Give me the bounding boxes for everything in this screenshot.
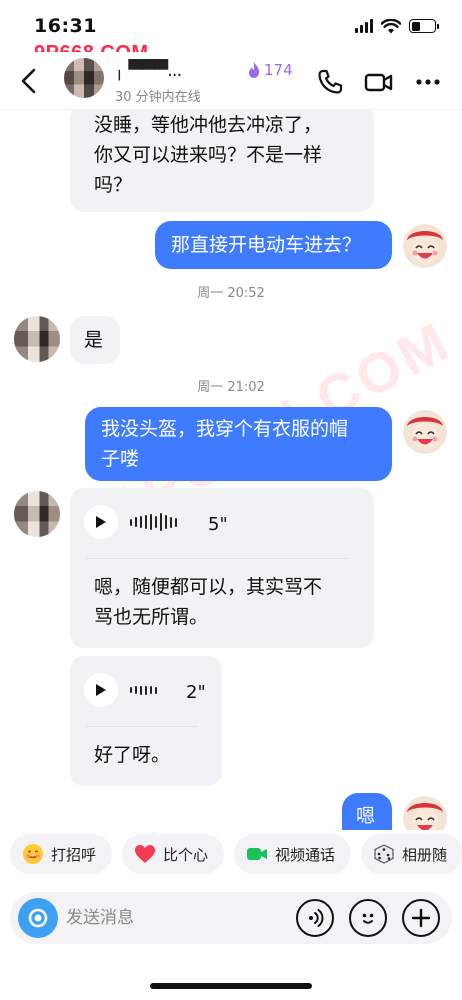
cartoon-avatar-icon <box>403 224 447 268</box>
voice-duration: 5" <box>208 514 228 535</box>
voice-waveform-icon <box>130 512 177 532</box>
message-text-line: 吗？ <box>94 174 133 196</box>
voice-message-bubble[interactable]: 2" 好了呀。 <box>70 656 222 786</box>
plus-icon <box>411 908 431 928</box>
message-bubble-outgoing[interactable]: 那直接开电动车进去？ <box>155 221 392 269</box>
play-icon <box>96 516 106 528</box>
message-bubble-incoming[interactable]: 没睡，等他冲他去冲凉了， 你又可以进来吗？不是一样 吗？ <box>70 110 374 212</box>
quick-action-greet[interactable]: 打招呼 <box>10 834 113 874</box>
chip-label: 比个心 <box>163 845 209 864</box>
message-bubble-outgoing[interactable]: 我没头盔，我穿个有衣服的帽 子喽 <box>85 407 392 481</box>
timestamp: 周一 20:52 <box>197 286 265 301</box>
signal-icon <box>355 19 373 33</box>
transcript-line: 嗯，随便都可以，其实骂不 <box>94 576 323 598</box>
video-call-icon <box>246 843 268 865</box>
online-status: 30 分钟内在线 <box>115 90 201 105</box>
divider <box>86 558 348 559</box>
play-voice-button[interactable] <box>84 505 118 539</box>
self-avatar[interactable] <box>403 410 447 454</box>
emoji-button[interactable] <box>349 899 387 937</box>
voice-transcript: 好了呀。 <box>94 744 171 766</box>
chip-label: 视频通话 <box>275 845 336 864</box>
message-text-line: 我没头盔，我穿个有衣服的帽 <box>101 418 349 440</box>
video-call-button[interactable] <box>364 68 394 96</box>
message-bubble-incoming[interactable]: 是 <box>70 316 120 364</box>
play-icon <box>96 684 106 696</box>
quick-action-album[interactable]: 相册随 <box>361 834 462 874</box>
smile-emoji-icon <box>22 843 44 865</box>
more-options-icon[interactable] <box>414 68 442 96</box>
voice-wave-icon <box>309 909 324 927</box>
home-indicator <box>150 983 312 989</box>
voice-transcript: 嗯，随便都可以，其实骂不 骂也无所谓。 <box>94 572 322 632</box>
message-input[interactable] <box>66 892 286 944</box>
cartoon-avatar-icon <box>403 410 447 454</box>
message-list[interactable]: 91PORN.COM 没睡，等他冲他去冲凉了， 你又可以进来吗？不是一样 吗？ … <box>0 110 462 830</box>
back-button[interactable] <box>16 66 42 96</box>
quick-action-video-call[interactable]: 视频通话 <box>234 834 352 874</box>
quick-action-heart[interactable]: 比个心 <box>122 834 225 874</box>
message-text: 是 <box>84 329 104 351</box>
battery-icon <box>409 19 439 33</box>
message-text: 那直接开电动车进去？ <box>171 234 362 256</box>
message-bubble-outgoing[interactable]: 嗯 <box>342 793 392 830</box>
cartoon-avatar-icon <box>403 796 447 830</box>
contact-name[interactable]: ╷ ▀▀▀... <box>114 60 182 81</box>
chip-label: 打招呼 <box>51 845 97 864</box>
fire-count: 174 <box>264 61 293 79</box>
message-text: 嗯 <box>356 805 376 827</box>
chat-header: ╷ ▀▀▀... 174 30 分钟内在线 <box>0 52 462 110</box>
quick-action-bar[interactable]: 打招呼 比个心 视频通话 相册随 <box>0 834 462 882</box>
camera-button[interactable] <box>18 898 58 938</box>
timestamp: 周一 21:02 <box>197 380 265 395</box>
dice-icon <box>373 843 395 865</box>
wifi-icon <box>381 18 401 33</box>
contact-avatar[interactable] <box>64 58 104 98</box>
heart-icon <box>134 843 156 865</box>
status-icons <box>355 18 439 34</box>
message-input-bar <box>10 892 452 944</box>
transcript-line: 骂也无所谓。 <box>94 606 209 628</box>
divider <box>86 726 198 727</box>
message-text-line: 你又可以进来吗？不是一样 <box>94 144 323 166</box>
status-time: 16:31 <box>34 15 97 37</box>
phone-call-button[interactable] <box>316 68 344 96</box>
voice-message-bubble[interactable]: 5" 嗯，随便都可以，其实骂不 骂也无所谓。 <box>70 488 374 648</box>
play-voice-button[interactable] <box>84 673 118 707</box>
emoji-icon <box>362 913 374 924</box>
voice-duration: 2" <box>186 682 206 703</box>
camera-icon <box>28 908 48 928</box>
self-avatar[interactable] <box>403 796 447 830</box>
voice-waveform-icon <box>130 680 157 700</box>
add-attachment-button[interactable] <box>402 899 440 937</box>
voice-input-button[interactable] <box>296 899 334 937</box>
peer-avatar[interactable] <box>14 491 60 537</box>
peer-avatar[interactable] <box>14 316 60 362</box>
chip-label: 相册随 <box>402 845 448 864</box>
message-text-line: 没睡，等他冲他去冲凉了， <box>94 114 323 136</box>
message-text-line: 子喽 <box>101 448 140 470</box>
fire-icon <box>249 62 260 78</box>
self-avatar[interactable] <box>403 224 447 268</box>
